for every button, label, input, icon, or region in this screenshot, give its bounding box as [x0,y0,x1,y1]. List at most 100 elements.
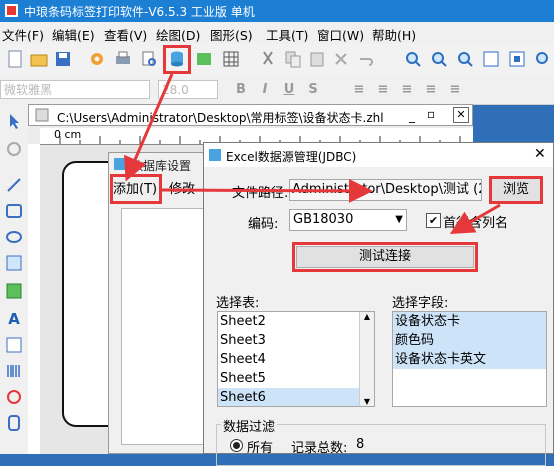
chevron-down-icon[interactable]: ▼ [395,210,403,230]
database-button-highlight [163,45,191,74]
field-item[interactable]: 设备状态卡英文 [393,350,546,369]
font-size-select[interactable]: 28.0 [158,80,218,99]
distribute-icon[interactable]: ≡ [446,81,464,99]
excel-dialog-icon [208,148,222,162]
doc-minimize-icon[interactable]: _ [409,109,415,123]
align-left-icon[interactable]: ≡ [350,81,368,99]
select-field-label: 选择字段: [392,296,449,311]
excel-dialog-titlebar: Excel数据源管理(JDBC) ✕ [204,143,553,167]
print-icon[interactable] [114,50,132,68]
filter-all-radio[interactable] [230,439,243,452]
browse-button-highlight [489,176,543,204]
ellipse-tool-icon[interactable] [5,228,23,246]
menu-window[interactable]: 窗口(W) [317,25,364,44]
record-total-label: 记录总数: [291,441,348,456]
table-item-selected[interactable]: Sheet6 [218,388,374,406]
zoom-in-icon[interactable] [404,50,422,68]
test-connection-highlight [292,242,478,272]
grid-icon[interactable] [222,50,240,68]
add-button-highlight [110,174,162,204]
first-row-checkbox[interactable]: ✔ [426,213,441,228]
data-filter-label: 数据过滤 [221,416,278,435]
excel-dialog-close-icon[interactable]: ✕ [534,146,546,162]
shape-tool-icon[interactable] [5,388,23,406]
rectangle-tool-icon[interactable] [5,202,23,220]
paste-icon[interactable] [308,50,326,68]
new-file-icon[interactable] [6,50,24,68]
rotate-icon[interactable] [5,140,23,158]
table-list[interactable]: Sheet2 Sheet3 Sheet4 Sheet5 Sheet6 ▲ ▼ [217,311,375,407]
copy-icon[interactable] [284,50,302,68]
actual-size-icon[interactable] [508,50,526,68]
align-center-icon[interactable]: ≡ [374,81,392,99]
delete-icon[interactable] [332,50,350,68]
picture-tool-icon[interactable] [5,282,23,300]
app-titlebar: 中琅条码标签打印软件-V6.5.3 工业版 单机 [0,0,554,22]
data-source-icon[interactable] [195,50,213,68]
scroll-down-icon[interactable]: ▼ [360,397,374,406]
table-item[interactable]: Sheet5 [218,369,374,388]
field-list[interactable]: 设备状态卡 颜色码 设备状态卡英文 [392,311,547,407]
table-item[interactable]: Sheet4 [218,350,374,369]
undo-icon[interactable] [356,50,374,68]
line-tool-icon[interactable] [5,176,23,194]
save-icon[interactable] [54,50,72,68]
table-item[interactable]: Sheet3 [218,331,374,350]
zoom-window-icon[interactable] [534,50,552,68]
main-toolbar [0,44,554,77]
barcode-tool-icon[interactable] [5,362,23,380]
app-title: 中琅条码标签打印软件-V6.5.3 工业版 单机 [24,5,255,19]
edit-button[interactable]: 修改 [169,178,195,197]
settings-gear-icon[interactable] [88,50,106,68]
menu-help[interactable]: 帮助(H) [372,25,416,44]
doc-close-icon[interactable]: ✕ [453,107,469,123]
document-icon [35,108,49,122]
first-row-label: 首行含列名 [443,216,509,231]
menu-edit[interactable]: 编辑(E) [52,25,95,44]
table-item[interactable]: Sheet2 [218,312,374,331]
cut-icon[interactable] [259,50,277,68]
encoding-label: 编码: [248,217,279,232]
excel-dialog-title: Excel数据源管理(JDBC) [226,150,357,164]
menu-draw[interactable]: 绘图(D) [156,25,200,44]
db-dialog-title: 数据库设置 [131,159,192,173]
underline-icon[interactable]: U [280,81,298,99]
dialog-icon [113,157,127,171]
open-folder-icon[interactable] [30,50,48,68]
zoom-out-icon[interactable] [430,50,448,68]
file-path-label: 文件路径: [232,186,289,201]
bold-icon[interactable]: B [232,81,250,99]
rich-text-tool-icon[interactable] [5,336,23,354]
document-path: C:\Users\Administrator\Desktop\常用标签\设备状态… [57,111,384,125]
field-item[interactable]: 设备状态卡 [393,312,546,331]
justify-icon[interactable]: ≡ [422,81,440,99]
menu-view[interactable]: 查看(V) [104,25,147,44]
text-tool-icon[interactable]: A [5,310,23,328]
italic-icon[interactable]: I [256,81,274,99]
app-logo-icon [4,3,19,18]
cylinder-tool-icon[interactable] [5,414,23,432]
text-style-icon[interactable]: S [304,81,322,99]
font-family-select[interactable]: 微软雅黑 [0,80,150,99]
file-path-input[interactable]: Administrator\Desktop\测试 (2).xls [289,179,482,201]
select-table-label: 选择表: [216,296,260,311]
zoom-fit-icon[interactable] [456,50,474,68]
scroll-up-icon[interactable]: ▲ [360,312,374,321]
menu-bar: 文件(F) 编辑(E) 查看(V) 绘图(D) 图形(S) 工具(T) 窗口(W… [0,22,554,44]
align-right-icon[interactable]: ≡ [398,81,416,99]
encoding-select[interactable]: GB18030 ▼ [289,209,407,231]
select-pointer-icon[interactable] [5,112,23,130]
menu-tools[interactable]: 工具(T) [266,25,308,44]
excel-datasource-dialog: Excel数据源管理(JDBC) ✕ 文件路径: Administrator\D… [203,142,554,466]
print-preview-icon[interactable] [140,50,158,68]
image-tool-icon[interactable] [5,254,23,272]
table-list-scrollbar[interactable]: ▲ ▼ [359,312,374,406]
format-toolbar: 微软雅黑 28.0 B I U S ≡ ≡ ≡ ≡ ≡ [0,76,554,105]
fit-page-icon[interactable] [482,50,500,68]
filter-all-label: 所有 [247,441,274,456]
menu-file[interactable]: 文件(F) [2,25,44,44]
field-item[interactable]: 颜色码 [393,331,546,350]
encoding-value: GB18030 [293,212,354,227]
doc-restore-icon[interactable]: ▫ [427,107,435,121]
menu-shape[interactable]: 图形(S) [210,25,253,44]
